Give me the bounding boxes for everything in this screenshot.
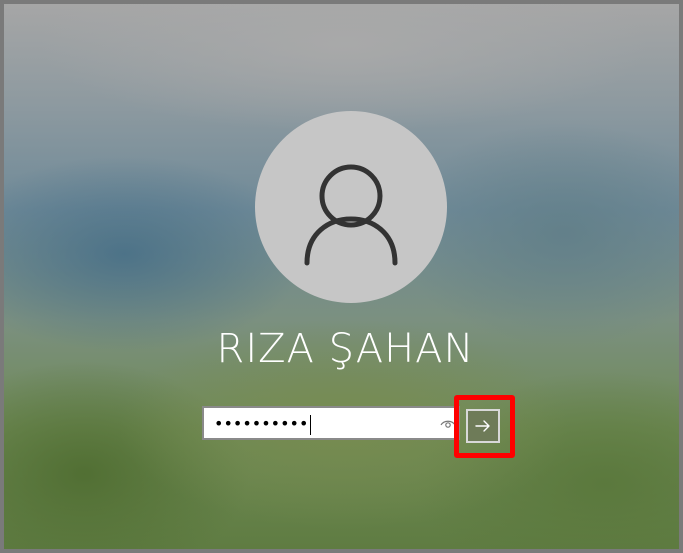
text-caret bbox=[310, 414, 312, 435]
submit-button[interactable] bbox=[466, 409, 500, 443]
user-avatar bbox=[255, 111, 447, 303]
password-field[interactable]: •••••••••• bbox=[202, 406, 460, 440]
user-avatar-icon bbox=[304, 164, 398, 266]
password-value[interactable]: •••••••••• bbox=[214, 413, 312, 435]
arrow-right-icon bbox=[475, 420, 490, 432]
lock-screen-background: RIZA ŞAHAN •••••••••• bbox=[4, 4, 679, 549]
user-display-name: RIZA ŞAHAN bbox=[216, 326, 475, 372]
